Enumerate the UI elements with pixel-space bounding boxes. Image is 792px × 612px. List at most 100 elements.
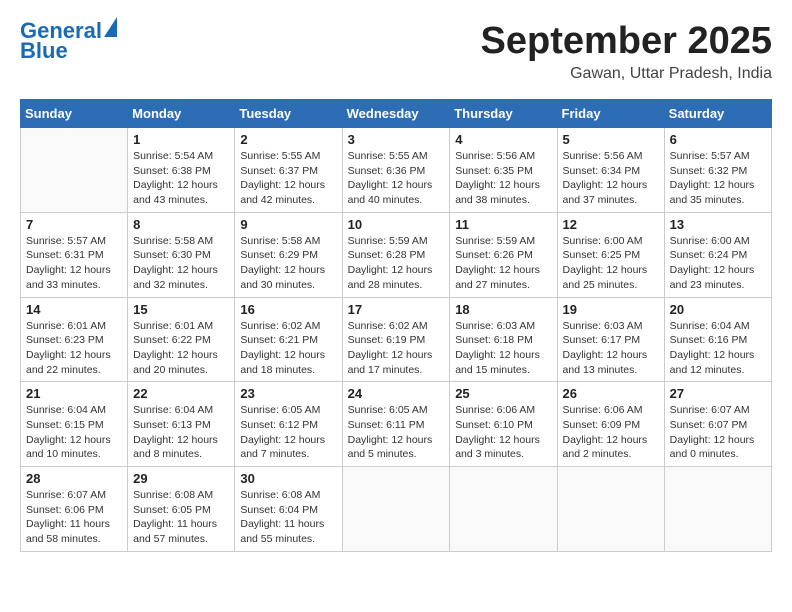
day-info: Sunrise: 5:59 AM Sunset: 6:26 PM Dayligh… [455, 234, 551, 293]
calendar-cell: 9 Sunrise: 5:58 AM Sunset: 6:29 PM Daylig… [235, 212, 342, 297]
header-thursday: Thursday [450, 100, 557, 128]
page-header: General Blue September 2025 Gawan, Uttar… [20, 20, 772, 83]
day-info: Sunrise: 6:00 AM Sunset: 6:25 PM Dayligh… [563, 234, 659, 293]
calendar-cell: 6 Sunrise: 5:57 AM Sunset: 6:32 PM Daylig… [664, 128, 771, 213]
day-info: Sunrise: 6:07 AM Sunset: 6:07 PM Dayligh… [670, 403, 766, 462]
calendar-cell: 11 Sunrise: 5:59 AM Sunset: 6:26 PM Dayli… [450, 212, 557, 297]
day-number: 25 [455, 386, 551, 401]
day-number: 14 [26, 302, 122, 317]
calendar-cell: 26 Sunrise: 6:06 AM Sunset: 6:09 PM Dayli… [557, 382, 664, 467]
day-info: Sunrise: 6:05 AM Sunset: 6:11 PM Dayligh… [348, 403, 445, 462]
day-number: 3 [348, 132, 445, 147]
calendar-week-row: 28 Sunrise: 6:07 AM Sunset: 6:06 PM Dayli… [21, 467, 772, 552]
day-number: 15 [133, 302, 229, 317]
day-number: 5 [563, 132, 659, 147]
calendar-table: SundayMondayTuesdayWednesdayThursdayFrid… [20, 99, 772, 552]
calendar-cell: 10Sunrise: 5:59 AM Sunset: 6:28 PM Dayli… [342, 212, 450, 297]
calendar-cell: 4 Sunrise: 5:56 AM Sunset: 6:35 PM Daylig… [450, 128, 557, 213]
title-section: September 2025 Gawan, Uttar Pradesh, Ind… [481, 20, 773, 83]
calendar-cell: 19 Sunrise: 6:03 AM Sunset: 6:17 PM Dayli… [557, 297, 664, 382]
calendar-cell: 7 Sunrise: 5:57 AM Sunset: 6:31 PM Daylig… [21, 212, 128, 297]
logo: General Blue [20, 20, 117, 62]
day-info: Sunrise: 5:58 AM Sunset: 6:30 PM Dayligh… [133, 234, 229, 293]
calendar-cell: 27 Sunrise: 6:07 AM Sunset: 6:07 PM Dayli… [664, 382, 771, 467]
calendar-cell [342, 467, 450, 552]
day-number: 4 [455, 132, 551, 147]
header-tuesday: Tuesday [235, 100, 342, 128]
day-number: 19 [563, 302, 659, 317]
day-info: Sunrise: 6:04 AM Sunset: 6:16 PM Dayligh… [670, 319, 766, 378]
calendar-cell: 17Sunrise: 6:02 AM Sunset: 6:19 PM Dayli… [342, 297, 450, 382]
day-number: 28 [26, 471, 122, 486]
day-info: Sunrise: 5:59 AM Sunset: 6:28 PM Dayligh… [348, 234, 445, 293]
day-info: Sunrise: 6:01 AM Sunset: 6:22 PM Dayligh… [133, 319, 229, 378]
day-number: 7 [26, 217, 122, 232]
day-info: Sunrise: 6:08 AM Sunset: 6:04 PM Dayligh… [240, 488, 336, 547]
calendar-cell: 8 Sunrise: 5:58 AM Sunset: 6:30 PM Daylig… [128, 212, 235, 297]
calendar-week-row: 1Sunrise: 5:54 AM Sunset: 6:38 PM Daylig… [21, 128, 772, 213]
day-number: 29 [133, 471, 229, 486]
day-info: Sunrise: 5:58 AM Sunset: 6:29 PM Dayligh… [240, 234, 336, 293]
day-number: 11 [455, 217, 551, 232]
calendar-cell [557, 467, 664, 552]
calendar-week-row: 21Sunrise: 6:04 AM Sunset: 6:15 PM Dayli… [21, 382, 772, 467]
calendar-cell: 21Sunrise: 6:04 AM Sunset: 6:15 PM Dayli… [21, 382, 128, 467]
calendar-cell [21, 128, 128, 213]
day-info: Sunrise: 6:04 AM Sunset: 6:15 PM Dayligh… [26, 403, 122, 462]
calendar-cell [664, 467, 771, 552]
day-info: Sunrise: 6:05 AM Sunset: 6:12 PM Dayligh… [240, 403, 336, 462]
calendar-header-row: SundayMondayTuesdayWednesdayThursdayFrid… [21, 100, 772, 128]
day-number: 2 [240, 132, 336, 147]
day-number: 12 [563, 217, 659, 232]
day-number: 6 [670, 132, 766, 147]
calendar-cell: 12 Sunrise: 6:00 AM Sunset: 6:25 PM Dayli… [557, 212, 664, 297]
day-info: Sunrise: 5:57 AM Sunset: 6:32 PM Dayligh… [670, 149, 766, 208]
day-number: 17 [348, 302, 445, 317]
calendar-cell: 16Sunrise: 6:02 AM Sunset: 6:21 PM Dayli… [235, 297, 342, 382]
day-info: Sunrise: 6:06 AM Sunset: 6:10 PM Dayligh… [455, 403, 551, 462]
day-info: Sunrise: 6:07 AM Sunset: 6:06 PM Dayligh… [26, 488, 122, 547]
header-monday: Monday [128, 100, 235, 128]
day-number: 18 [455, 302, 551, 317]
calendar-cell: 30 Sunrise: 6:08 AM Sunset: 6:04 PM Dayli… [235, 467, 342, 552]
day-info: Sunrise: 5:56 AM Sunset: 6:34 PM Dayligh… [563, 149, 659, 208]
calendar-cell: 14 Sunrise: 6:01 AM Sunset: 6:23 PM Dayli… [21, 297, 128, 382]
day-number: 8 [133, 217, 229, 232]
day-info: Sunrise: 6:04 AM Sunset: 6:13 PM Dayligh… [133, 403, 229, 462]
calendar-cell: 13Sunrise: 6:00 AM Sunset: 6:24 PM Dayli… [664, 212, 771, 297]
day-number: 24 [348, 386, 445, 401]
calendar-cell: 18 Sunrise: 6:03 AM Sunset: 6:18 PM Dayli… [450, 297, 557, 382]
day-number: 26 [563, 386, 659, 401]
day-number: 20 [670, 302, 766, 317]
day-info: Sunrise: 6:03 AM Sunset: 6:17 PM Dayligh… [563, 319, 659, 378]
day-number: 23 [240, 386, 336, 401]
calendar-cell: 24 Sunrise: 6:05 AM Sunset: 6:11 PM Dayli… [342, 382, 450, 467]
calendar-week-row: 14 Sunrise: 6:01 AM Sunset: 6:23 PM Dayli… [21, 297, 772, 382]
header-sunday: Sunday [21, 100, 128, 128]
calendar-cell: 22 Sunrise: 6:04 AM Sunset: 6:13 PM Dayli… [128, 382, 235, 467]
calendar-cell: 29 Sunrise: 6:08 AM Sunset: 6:05 PM Dayli… [128, 467, 235, 552]
day-info: Sunrise: 6:08 AM Sunset: 6:05 PM Dayligh… [133, 488, 229, 547]
day-info: Sunrise: 5:56 AM Sunset: 6:35 PM Dayligh… [455, 149, 551, 208]
day-number: 22 [133, 386, 229, 401]
logo-triangle-icon [104, 17, 117, 37]
day-number: 27 [670, 386, 766, 401]
day-number: 1 [133, 132, 229, 147]
day-number: 30 [240, 471, 336, 486]
calendar-cell: 23 Sunrise: 6:05 AM Sunset: 6:12 PM Dayli… [235, 382, 342, 467]
day-info: Sunrise: 6:00 AM Sunset: 6:24 PM Dayligh… [670, 234, 766, 293]
day-info: Sunrise: 5:57 AM Sunset: 6:31 PM Dayligh… [26, 234, 122, 293]
header-wednesday: Wednesday [342, 100, 450, 128]
day-number: 9 [240, 217, 336, 232]
day-info: Sunrise: 6:02 AM Sunset: 6:21 PM Dayligh… [240, 319, 336, 378]
calendar-cell: 28 Sunrise: 6:07 AM Sunset: 6:06 PM Dayli… [21, 467, 128, 552]
day-info: Sunrise: 6:03 AM Sunset: 6:18 PM Dayligh… [455, 319, 551, 378]
day-info: Sunrise: 6:01 AM Sunset: 6:23 PM Dayligh… [26, 319, 122, 378]
calendar-cell: 15 Sunrise: 6:01 AM Sunset: 6:22 PM Dayli… [128, 297, 235, 382]
calendar-cell: 1Sunrise: 5:54 AM Sunset: 6:38 PM Daylig… [128, 128, 235, 213]
logo-blue: Blue [20, 40, 117, 62]
calendar-cell: 25 Sunrise: 6:06 AM Sunset: 6:10 PM Dayli… [450, 382, 557, 467]
day-info: Sunrise: 6:06 AM Sunset: 6:09 PM Dayligh… [563, 403, 659, 462]
calendar-cell: 2Sunrise: 5:55 AM Sunset: 6:37 PM Daylig… [235, 128, 342, 213]
calendar-cell: 5 Sunrise: 5:56 AM Sunset: 6:34 PM Daylig… [557, 128, 664, 213]
